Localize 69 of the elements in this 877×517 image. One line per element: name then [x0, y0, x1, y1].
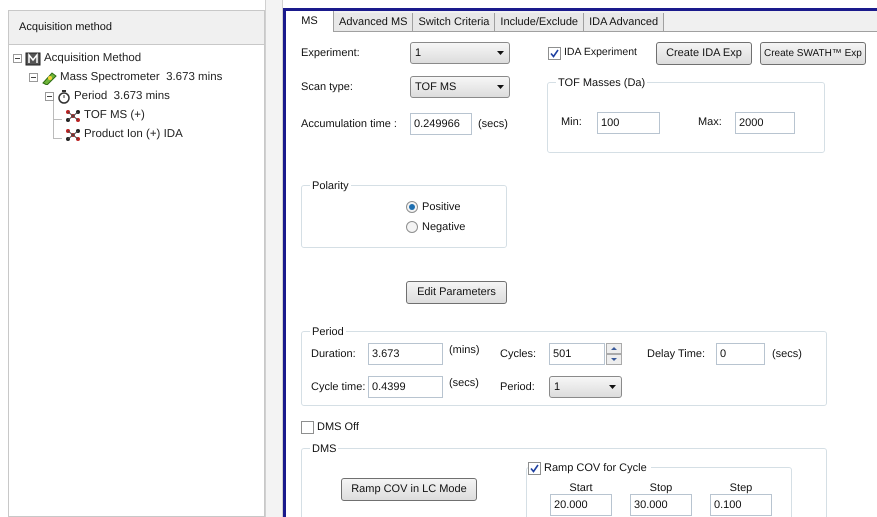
field-label: (mins): [449, 343, 481, 358]
spinner-arrows-icon: [606, 343, 622, 365]
field-label: Cycles:: [500, 346, 538, 362]
input-field[interactable]: 30.000: [630, 494, 692, 516]
dropdown[interactable]: 1: [410, 42, 510, 64]
input-field[interactable]: 0: [716, 343, 765, 365]
panel-header: Acquisition method: [9, 11, 264, 45]
field-label: Max:: [698, 115, 723, 130]
field-label: Step: [730, 482, 752, 494]
tab[interactable]: Advanced MS: [334, 13, 414, 31]
checkbox[interactable]: [301, 420, 314, 434]
field-label: (secs): [449, 376, 480, 391]
input-field[interactable]: 501: [549, 343, 605, 365]
collapse-icon[interactable]: [13, 54, 22, 63]
field-label: Delay Time:: [647, 346, 706, 362]
input-field[interactable]: 0.4399: [368, 376, 443, 398]
tree-item[interactable]: TOF MS (+): [84, 106, 145, 124]
input-field[interactable]: 20.000: [550, 494, 612, 516]
dropdown[interactable]: 1: [549, 376, 622, 398]
field-label: Positive: [422, 200, 461, 215]
input-field[interactable]: 0.100: [710, 494, 772, 516]
field-label: DMS Off: [317, 420, 359, 435]
field-label: Duration:: [311, 346, 357, 362]
method-icon: [25, 52, 41, 66]
group-title: TOF Masses (Da): [556, 75, 648, 92]
tree-item[interactable]: Mass Spectrometer 3.673 mins: [60, 68, 222, 86]
tab[interactable]: MS: [286, 11, 334, 32]
dropdown[interactable]: TOF MS: [410, 76, 510, 98]
button[interactable]: Create IDA Exp: [656, 42, 752, 64]
tab[interactable]: Switch Criteria: [413, 13, 496, 31]
field-label: IDA Experiment: [564, 45, 638, 60]
tab[interactable]: IDA Advanced: [584, 13, 664, 31]
field-label: (secs): [478, 116, 508, 132]
field-label: Experiment:: [301, 46, 361, 61]
tab[interactable]: Include/Exclude: [495, 13, 584, 31]
molecule-icon: [65, 128, 81, 142]
field-label: Ramp COV for Cycle: [541, 460, 651, 476]
input-field[interactable]: 2000: [735, 112, 795, 134]
group-title: Polarity: [310, 178, 351, 194]
caret-icon: [497, 85, 504, 89]
field-label: Start: [569, 482, 593, 494]
checked-checkbox[interactable]: [548, 46, 561, 60]
field-label: Cycle time:: [311, 380, 366, 395]
field-label: (secs): [772, 346, 802, 362]
stopwatch-icon: [57, 90, 71, 104]
tree-item[interactable]: Acquisition Method: [44, 50, 142, 68]
button[interactable]: Edit Parameters: [406, 281, 507, 304]
instrument-icon: [41, 70, 57, 84]
button[interactable]: Ramp COV in LC Mode: [341, 478, 477, 501]
collapse-icon[interactable]: [29, 73, 38, 82]
field-label: Period:: [500, 380, 536, 395]
button[interactable]: Create SWATH™ Exp: [760, 42, 866, 64]
collapse-icon[interactable]: [45, 92, 54, 101]
caret-icon: [497, 51, 504, 55]
tree-item[interactable]: Product Ion (+) IDA: [84, 126, 183, 144]
selected-radio[interactable]: [406, 201, 418, 213]
field-label: Stop: [650, 482, 672, 494]
field-label: Min:: [561, 115, 583, 130]
tree-item[interactable]: Period 3.673 mins: [74, 88, 170, 106]
caret-icon: [609, 385, 616, 389]
input-field[interactable]: 100: [597, 112, 660, 134]
field-label: Scan type:: [301, 80, 354, 95]
checked-checkbox[interactable]: [528, 462, 541, 475]
input-field[interactable]: 3.673: [368, 343, 443, 365]
radio[interactable]: [406, 221, 418, 233]
field-label: Accumulation time :: [301, 116, 398, 132]
molecule-icon: [65, 108, 81, 122]
input-field[interactable]: 0.249966: [410, 113, 472, 135]
field-label: Negative: [422, 220, 466, 235]
